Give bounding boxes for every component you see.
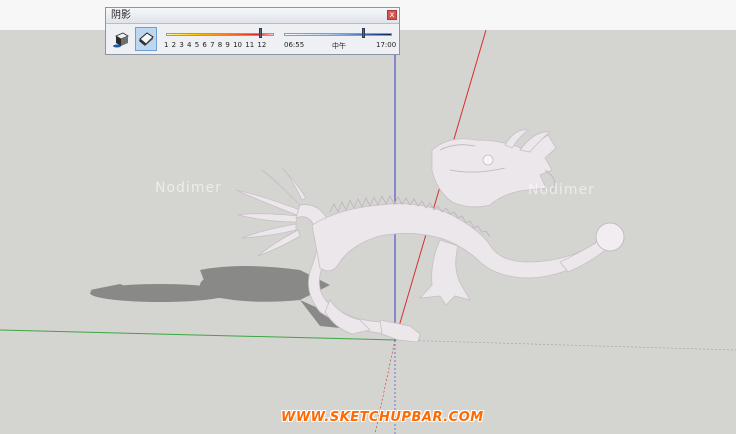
watermark-right: Nodimer <box>528 182 595 198</box>
month-slider-track <box>166 33 274 36</box>
shadow-on-faces-button[interactable] <box>135 27 157 51</box>
time-slider-thumb[interactable] <box>361 28 365 38</box>
shadow-display-icon <box>113 32 129 48</box>
panel-title: 阴影 <box>111 10 131 21</box>
dragon-model <box>235 129 625 343</box>
close-button[interactable]: x <box>387 10 397 20</box>
month-slider[interactable] <box>166 28 276 38</box>
time-noon-label: 中午 <box>332 42 346 50</box>
time-start-label: 06:55 <box>284 41 305 49</box>
time-end-label: 17:00 <box>376 41 397 49</box>
shadow-settings-panel[interactable]: 阴影 x 1 2 3 4 5 6 7 8 9 10 11 12 06:55 中午… <box>105 7 400 55</box>
panel-title-bar[interactable]: 阴影 x <box>106 8 399 24</box>
display-shadows-button[interactable] <box>110 27 132 51</box>
time-slider-track <box>284 33 392 36</box>
sketchup-viewport[interactable]: Nodimer Nodimer 阴影 x 1 2 3 4 5 6 7 8 9 1… <box>0 0 736 434</box>
month-slider-thumb[interactable] <box>258 28 262 38</box>
time-slider[interactable] <box>284 28 394 38</box>
model-scene <box>0 20 736 434</box>
green-axis <box>0 329 396 341</box>
green-axis-dashed <box>394 339 736 351</box>
site-url: WWW.SKETCHUPBAR.COM <box>281 410 484 425</box>
face-shadow-icon <box>139 32 154 46</box>
watermark-left: Nodimer <box>155 180 222 196</box>
month-tick-labels: 1 2 3 4 5 6 7 8 9 10 11 12 <box>164 41 267 49</box>
